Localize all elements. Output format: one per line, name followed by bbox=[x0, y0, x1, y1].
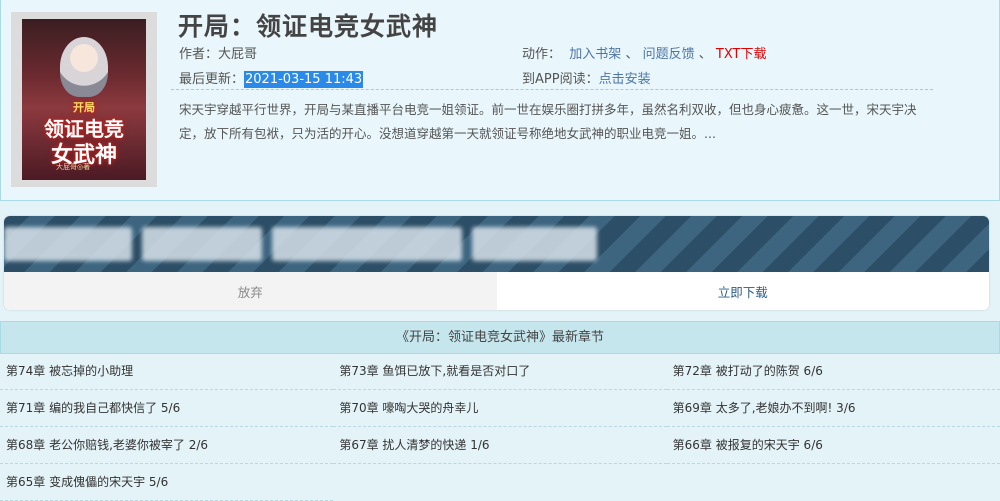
chapter-item[interactable]: 第68章 老公你赔钱,老婆你被宰了 2/6 bbox=[0, 427, 334, 464]
action-row: 动作： 加入书架 、 问题反馈 、 TXT下载 bbox=[522, 43, 766, 62]
chapter-item[interactable]: 第69章 太多了,老娘办不到啊! 3/6 bbox=[666, 390, 1000, 427]
app-label: 到APP阅读： bbox=[522, 72, 599, 87]
blurred-text bbox=[142, 227, 262, 261]
download-now-button[interactable]: 立即下载 bbox=[496, 272, 989, 310]
add-to-shelf-link[interactable]: 加入书架 bbox=[569, 47, 621, 62]
chapter-item[interactable]: 第73章 鱼饵已放下,就看是否对口了 bbox=[333, 353, 667, 390]
app-download-banner: 放弃 立即下载 bbox=[4, 216, 989, 310]
feedback-link[interactable]: 问题反馈 bbox=[643, 47, 695, 62]
cover-author: 大屁哥◎著 bbox=[56, 163, 91, 171]
latest-chapters-header: 《开局：领证电竞女武神》最新章节 bbox=[0, 321, 1000, 354]
blurred-text bbox=[472, 227, 597, 261]
chapter-item[interactable]: 第65章 变成傀儡的宋天宇 5/6 bbox=[0, 464, 334, 501]
chapter-item[interactable]: 第66章 被报复的宋天宇 6/6 bbox=[666, 427, 1000, 464]
txt-download-link[interactable]: TXT下载 bbox=[716, 47, 767, 62]
update-time: 2021-03-15 11:43 bbox=[244, 71, 364, 88]
update-label: 最后更新： bbox=[179, 72, 245, 87]
banner-image bbox=[4, 216, 989, 272]
chapter-item[interactable]: 第67章 扰人清梦的快递 1/6 bbox=[333, 427, 667, 464]
action-separator: 、 bbox=[698, 47, 712, 62]
blurred-text bbox=[272, 227, 462, 261]
chapter-item[interactable]: 第72章 被打动了的陈贺 6/6 bbox=[666, 353, 1000, 390]
blurred-text bbox=[4, 227, 132, 261]
book-cover[interactable]: 开局 领证电竞 女武神 大屁哥◎著 bbox=[11, 12, 157, 187]
cover-character-illustration bbox=[60, 37, 108, 97]
abandon-button[interactable]: 放弃 bbox=[4, 272, 497, 310]
chapter-list: 第74章 被忘掉的小助理 第73章 鱼饵已放下,就看是否对口了 第72章 被打动… bbox=[0, 353, 1000, 501]
install-app-link[interactable]: 点击安装 bbox=[599, 72, 651, 87]
divider bbox=[171, 89, 933, 90]
author-row: 作者：大屁哥 bbox=[179, 43, 257, 62]
book-info-panel: 开局 领证电竞 女武神 大屁哥◎著 开局：领证电竞女武神 作者：大屁哥 最后更新… bbox=[0, 0, 1000, 201]
chapter-item[interactable]: 第70章 嚎啕大哭的舟幸儿 bbox=[333, 390, 667, 427]
author-label: 作者： bbox=[179, 47, 219, 62]
author-name: 大屁哥 bbox=[218, 47, 258, 62]
book-intro: 宋天宇穿越平行世界，开局与某直播平台电竞一姐领证。前一世在娱乐圈打拼多年，虽然名… bbox=[179, 102, 917, 141]
book-title: 开局：领证电竞女武神 bbox=[178, 12, 439, 41]
chapter-item[interactable]: 第74章 被忘掉的小助理 bbox=[0, 353, 334, 390]
action-label: 动作： bbox=[522, 47, 562, 62]
banner-buttons: 放弃 立即下载 bbox=[4, 272, 989, 310]
action-separator: 、 bbox=[625, 47, 639, 62]
app-row: 到APP阅读：点击安装 bbox=[522, 68, 651, 87]
chapter-item[interactable]: 第71章 编的我自己都快信了 5/6 bbox=[0, 390, 334, 427]
update-row: 最后更新：2021-03-15 11:43 bbox=[179, 68, 364, 88]
cover-image: 开局 领证电竞 女武神 大屁哥◎著 bbox=[22, 19, 146, 180]
